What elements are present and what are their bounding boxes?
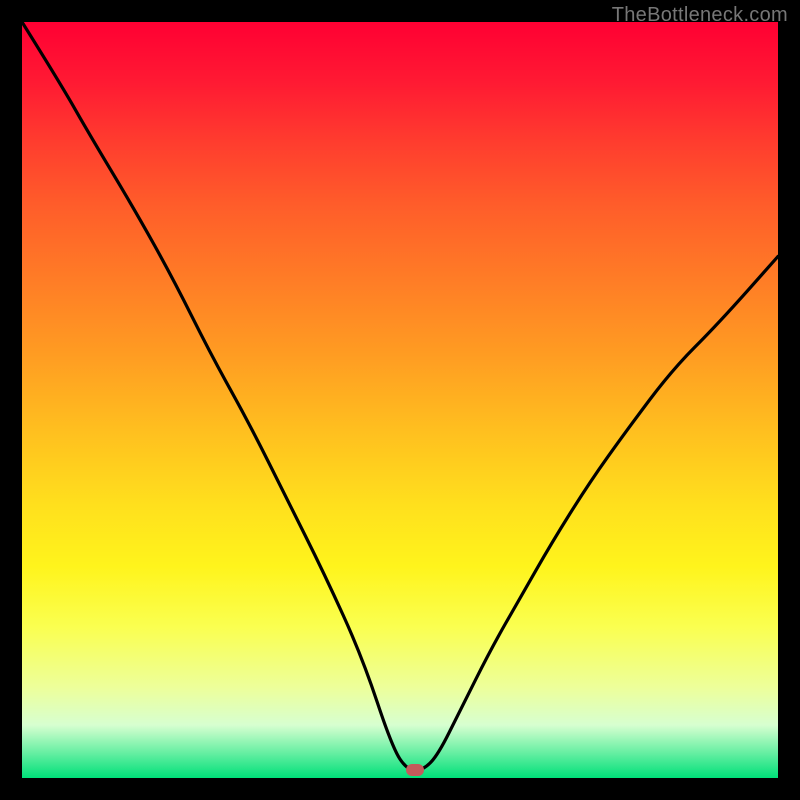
chart-container: TheBottleneck.com (0, 0, 800, 800)
plot-area (22, 22, 778, 778)
bottleneck-curve (22, 22, 778, 778)
curve-path (22, 22, 778, 770)
bottleneck-marker (406, 764, 424, 776)
